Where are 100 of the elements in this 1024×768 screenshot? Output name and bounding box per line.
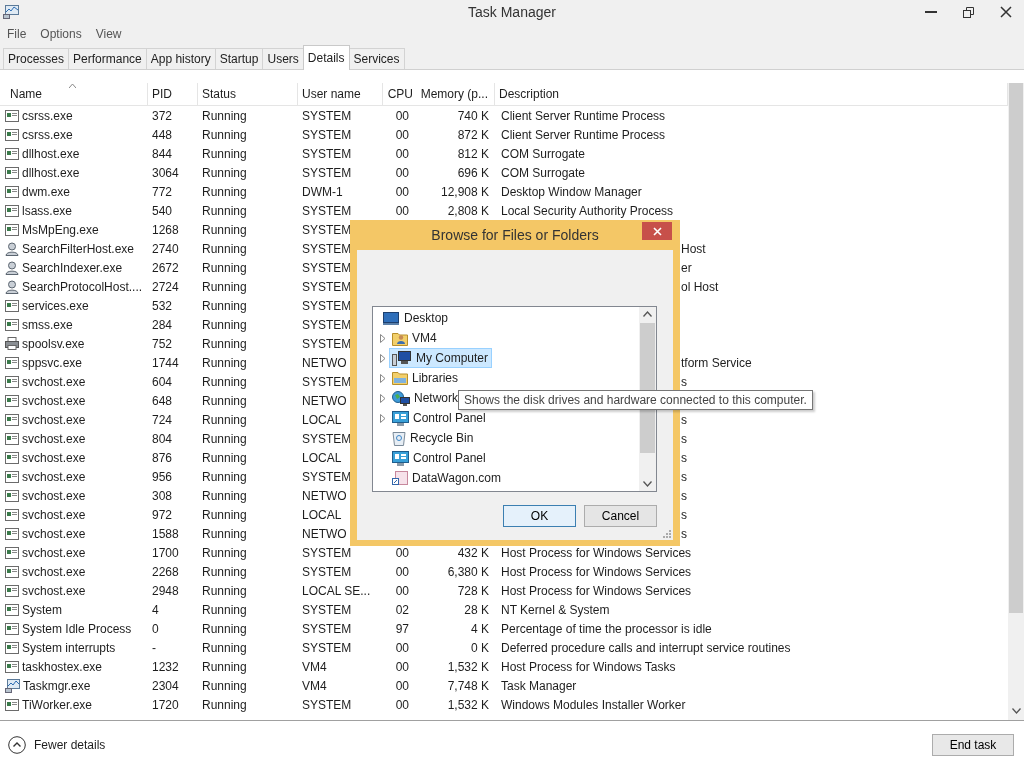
program-icon — [5, 299, 19, 312]
user-cell: SYSTEM — [302, 621, 352, 636]
description-cell: Client Server Runtime Process — [501, 127, 666, 142]
name-header[interactable]: Name — [0, 83, 148, 105]
scrollbar[interactable] — [1008, 83, 1024, 720]
resize-grip-icon[interactable] — [663, 530, 671, 538]
user-cell: SYSTEM — [302, 640, 352, 655]
status-header[interactable]: Status — [198, 83, 298, 105]
pid-cell: 1744 — [152, 355, 179, 370]
description-cell: COM Surrogate — [501, 146, 586, 161]
tab[interactable]: Processes — [3, 48, 70, 69]
description-cell: s — [681, 469, 687, 484]
close-button[interactable] — [642, 222, 672, 240]
ok-button[interactable]: OK — [503, 505, 576, 527]
pid-header[interactable]: PID — [148, 83, 198, 105]
tab[interactable]: Details — [302, 45, 350, 70]
menu-item[interactable]: File — [7, 26, 27, 41]
pid-cell: 2672 — [152, 260, 179, 275]
program-icon — [5, 451, 19, 464]
pid-cell: 604 — [152, 374, 173, 389]
description-cell: Host Process for Windows Services — [501, 583, 692, 598]
tree-item[interactable]: DataWagon.com — [389, 468, 505, 488]
memory-cell: 432 K — [457, 545, 489, 560]
status-cell: Running — [202, 222, 247, 237]
pid-cell: 0 — [152, 621, 159, 636]
process-name: svchost.exe — [22, 469, 86, 484]
pid-cell: 876 — [152, 450, 173, 465]
tree-item[interactable]: VM4 — [389, 328, 441, 348]
tab[interactable]: Services — [348, 48, 405, 69]
window-title: Task Manager — [468, 4, 556, 20]
restore-icon[interactable] — [963, 6, 974, 18]
expand-icon[interactable] — [380, 413, 386, 423]
memory-header[interactable]: Memory (p... — [417, 83, 495, 105]
description-cell: Local Security Authority Process — [501, 203, 674, 218]
user-cell: LOCAL — [302, 507, 342, 522]
pid-cell: 308 — [152, 488, 173, 503]
person-icon — [5, 241, 19, 256]
cpu-cell: 00 — [395, 146, 409, 161]
status-cell: Running — [202, 697, 247, 712]
status-cell: Running — [202, 450, 247, 465]
scroll-down-icon[interactable] — [1011, 708, 1021, 714]
tree-item[interactable]: Control Panel — [389, 408, 490, 428]
tree-item[interactable]: Control Panel — [389, 448, 490, 468]
expand-icon[interactable] — [380, 353, 386, 363]
program-icon — [5, 128, 19, 141]
pid-cell: 540 — [152, 203, 173, 218]
menu-item[interactable]: View — [95, 26, 122, 41]
end-task-button[interactable]: End task — [932, 733, 1014, 756]
monitor-graph-icon — [3, 5, 19, 19]
program-icon — [5, 223, 19, 236]
tree-item[interactable]: My Computer — [389, 348, 493, 368]
status-cell: Running — [202, 336, 247, 351]
status-cell: Running — [202, 203, 247, 218]
tree-item[interactable]: Desktop — [380, 308, 453, 328]
description-cell: Host — [681, 241, 706, 256]
pid-cell: - — [152, 640, 156, 655]
cpu-cell: 00 — [395, 127, 409, 142]
program-icon — [5, 375, 19, 388]
memory-cell: 740 K — [457, 108, 489, 123]
user-folder-icon — [392, 330, 408, 346]
globe-monitor-icon — [392, 390, 410, 406]
menu-item[interactable]: Options — [40, 26, 82, 41]
pid-cell: 804 — [152, 431, 173, 446]
user-cell: SYSTEM — [302, 564, 352, 579]
fewer-details-link[interactable]: Fewer details — [8, 735, 106, 754]
user-cell: SYSTEM — [302, 203, 352, 218]
process-name: svchost.exe — [22, 564, 86, 579]
pid-cell: 752 — [152, 336, 173, 351]
memory-cell: 696 K — [457, 165, 489, 180]
scroll-down-icon[interactable] — [643, 481, 652, 487]
user-cell: SYSTEM — [302, 469, 352, 484]
process-name: smss.exe — [22, 317, 73, 332]
status-cell: Running — [202, 526, 247, 541]
user-header[interactable]: User name — [298, 83, 383, 105]
status-cell: Running — [202, 431, 247, 446]
pid-cell: 4 — [152, 602, 159, 617]
scrollbar-thumb[interactable] — [1009, 83, 1023, 613]
tree-item[interactable]: Recycle Bin — [389, 428, 478, 448]
user-cell: SYSTEM — [302, 336, 352, 351]
person-icon — [5, 279, 19, 294]
tree-item[interactable]: Libraries — [389, 368, 463, 388]
user-cell: SYSTEM — [302, 431, 352, 446]
user-cell: SYSTEM — [302, 241, 352, 256]
cancel-button[interactable]: Cancel — [584, 505, 657, 527]
user-cell: SYSTEM — [302, 222, 352, 237]
cpu-cell: 00 — [395, 108, 409, 123]
tab[interactable]: Startup — [214, 48, 264, 69]
tab[interactable]: App history — [145, 48, 216, 69]
scroll-up-icon[interactable] — [643, 311, 652, 317]
expand-icon[interactable] — [380, 393, 386, 403]
program-icon — [5, 508, 19, 521]
close-icon[interactable] — [1000, 6, 1012, 18]
cpu-header[interactable]: CPU — [383, 83, 417, 105]
program-icon — [5, 356, 19, 369]
description-cell: NT Kernel & System — [501, 602, 610, 617]
computer-icon — [392, 350, 412, 366]
expand-icon[interactable] — [380, 373, 386, 383]
process-name: dllhost.exe — [22, 165, 80, 180]
expand-icon[interactable] — [380, 333, 386, 343]
process-name: svchost.exe — [22, 583, 86, 598]
